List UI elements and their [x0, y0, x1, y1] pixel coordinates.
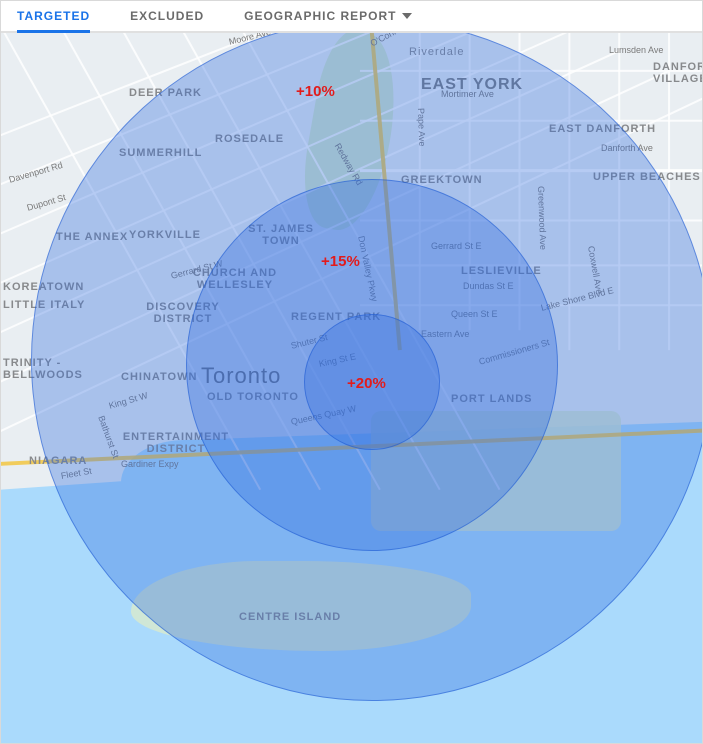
tab-label: TARGETED [17, 9, 90, 23]
bid-inner: +20% [347, 375, 386, 392]
tab-excluded[interactable]: EXCLUDED [130, 1, 204, 31]
road-lumsden: Lumsden Ave [609, 45, 663, 55]
map-canvas[interactable]: Toronto EAST YORK DEER PARK ROSEDALE SUM… [1, 31, 702, 743]
tab-targeted[interactable]: TARGETED [17, 1, 90, 31]
tab-label: GEOGRAPHIC REPORT [244, 9, 396, 23]
chevron-down-icon [402, 13, 412, 19]
tab-geographic-report[interactable]: GEOGRAPHIC REPORT [244, 1, 412, 31]
tab-label: EXCLUDED [130, 9, 204, 23]
bid-outer: +10% [296, 83, 335, 100]
tab-bar: TARGETED EXCLUDED GEOGRAPHIC REPORT [1, 1, 702, 33]
bid-mid: +15% [321, 253, 360, 270]
place-danforth-village: DANFORTH VILLAGE [653, 61, 702, 85]
